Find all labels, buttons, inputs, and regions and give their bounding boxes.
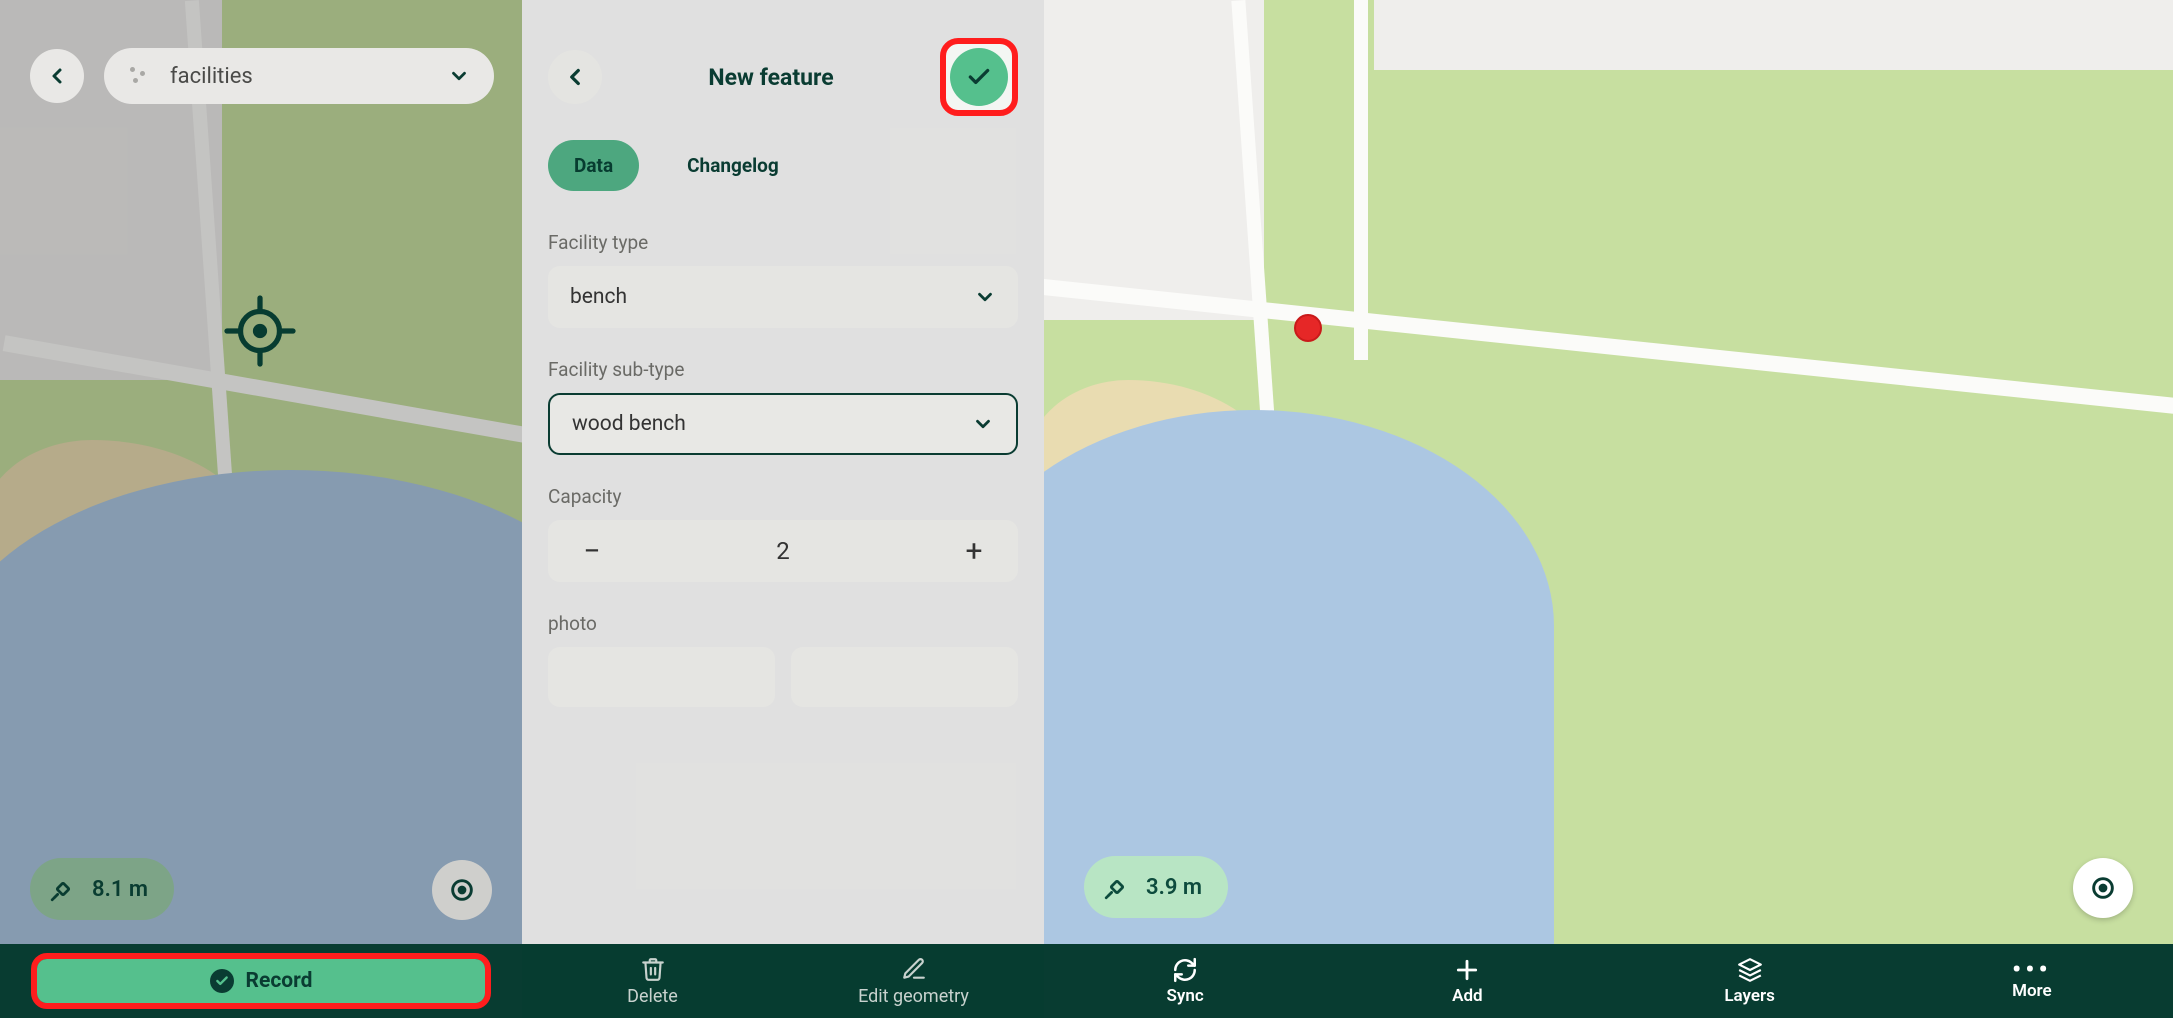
delete-label: Delete [627,986,678,1007]
facility-type-value: bench [570,285,627,309]
chevron-down-icon [972,413,994,435]
map-block [1374,0,2173,70]
gps-distance-pill[interactable]: 3.9 m [1084,856,1228,918]
feature-marker[interactable] [1294,314,1322,342]
increment-button[interactable]: + [954,534,994,569]
plus-icon [1454,957,1480,983]
capacity-label: Capacity [548,485,1018,508]
nav-sync[interactable]: Sync [1044,944,1326,1018]
locate-button[interactable] [2073,858,2133,918]
facility-subtype-value: wood bench [572,412,686,436]
back-button[interactable] [548,50,602,104]
capacity-value: 2 [776,537,790,565]
facility-type-select[interactable]: bench [548,266,1018,328]
photo-slot[interactable] [791,647,1018,707]
chevron-down-icon [974,286,996,308]
pencil-icon [901,956,927,982]
map-record-screen: facilities 8.1 m [0,0,522,1018]
chevron-down-icon [448,65,470,87]
map-main-screen: 3.9 m Sync Add Layers ••• More [1044,0,2173,1018]
record-button[interactable]: Record [37,959,485,1003]
gps-distance-pill[interactable]: 8.1 m [30,858,174,920]
nav-label: Sync [1167,986,1204,1006]
layer-label: facilities [170,64,253,89]
nav-layers[interactable]: Layers [1609,944,1891,1018]
facility-subtype-label: Facility sub-type [548,358,1018,381]
edit-geometry-button[interactable]: Edit geometry [783,944,1044,1018]
nav-label: Layers [1724,986,1775,1006]
tab-data[interactable]: Data [548,140,639,191]
record-button-highlight: Record [31,953,491,1009]
form-title: New feature [708,64,833,91]
layers-icon [1737,957,1763,983]
confirm-button[interactable] [950,48,1008,106]
record-bar: Record [0,944,522,1018]
photo-slot[interactable] [548,647,775,707]
crosshair-icon [224,295,296,367]
trash-icon [640,956,666,982]
map-block [1044,0,1264,320]
map-road [1354,0,1368,360]
nav-label: More [2012,981,2052,1001]
photo-label: photo [548,612,1018,635]
facility-subtype-select[interactable]: wood bench [548,393,1018,455]
nav-add[interactable]: Add [1326,944,1608,1018]
tab-changelog[interactable]: Changelog [661,140,805,191]
decrement-button[interactable]: − [572,534,612,569]
capacity-stepper: − 2 + [548,520,1018,582]
satellite-icon [50,876,76,902]
record-label: Record [246,969,313,993]
locate-button[interactable] [432,860,492,920]
more-icon: ••• [2012,962,2052,978]
nav-label: Add [1452,986,1483,1006]
feature-form-screen: New feature Data Changelog Facility type… [522,0,1044,1018]
sync-icon [1172,957,1198,983]
confirm-button-highlight [940,38,1018,116]
edit-geometry-label: Edit geometry [858,986,969,1007]
gps-distance-value: 3.9 m [1146,875,1202,900]
layer-selector[interactable]: facilities [104,48,494,104]
nav-more[interactable]: ••• More [1891,944,2173,1018]
delete-button[interactable]: Delete [522,944,783,1018]
gps-distance-value: 8.1 m [92,877,148,902]
back-button[interactable] [30,49,84,103]
layer-icon [128,65,150,87]
main-nav-bar: Sync Add Layers ••• More [1044,944,2173,1018]
satellite-icon [1104,874,1130,900]
facility-type-label: Facility type [548,231,1018,254]
check-circle-icon [210,969,234,993]
